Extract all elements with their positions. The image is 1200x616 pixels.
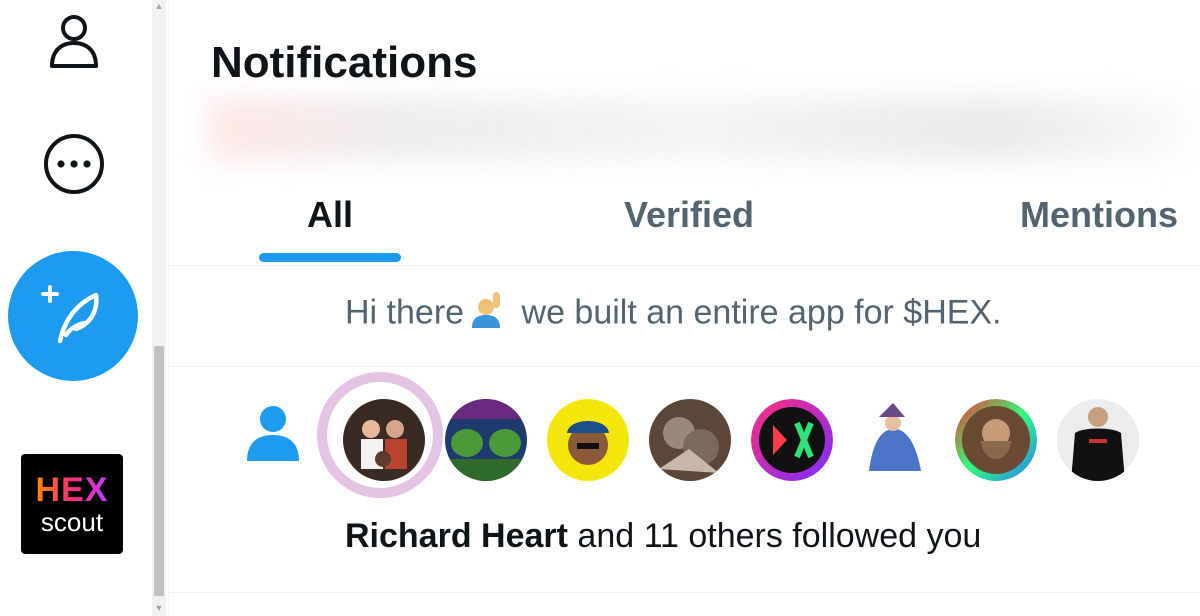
promo-text: Hi there we built an entire app for $HEX…: [345, 290, 1002, 339]
tab-all[interactable]: All: [259, 165, 401, 265]
compose-button[interactable]: [8, 251, 138, 381]
more-icon[interactable]: [40, 130, 108, 198]
hexscout-logo-scout: scout: [40, 507, 104, 537]
avatar-tshirt-man[interactable]: [1057, 399, 1139, 481]
scrollbar-thumb[interactable]: [154, 346, 164, 596]
profile-icon[interactable]: [40, 6, 108, 74]
hexscout-logo-hex: HEX: [35, 471, 109, 509]
tab-verified[interactable]: Verified: [599, 165, 779, 265]
scroll-down-arrow-icon[interactable]: ▼: [152, 602, 166, 614]
promo-text-after: we built an entire app for $HEX.: [521, 293, 1002, 332]
avatar-creature[interactable]: [649, 399, 731, 481]
person-raising-hand-icon: [468, 290, 508, 339]
blurred-content: [209, 98, 1189, 160]
scroll-up-arrow-icon[interactable]: ▲: [152, 0, 166, 12]
avatar-richard-heart[interactable]: [343, 399, 425, 481]
notifications-column: Notifications All Verified Mentions Hi t…: [168, 0, 1200, 616]
avatar-frogs[interactable]: [445, 399, 527, 481]
follower-name[interactable]: Richard Heart: [345, 517, 568, 555]
side-nav: HEX scout: [0, 0, 152, 616]
promo-notification[interactable]: Hi there we built an entire app for $HEX…: [169, 266, 1200, 367]
avatar-bearded-man[interactable]: [955, 399, 1037, 481]
promo-text-before: Hi there: [345, 293, 465, 332]
active-tab-indicator: [259, 253, 401, 262]
avatar-yellow-cap[interactable]: [547, 399, 629, 481]
feather-plus-icon: [41, 285, 99, 344]
notification-tabs: All Verified Mentions: [169, 165, 1200, 266]
follow-text: Richard Heart and 11 others followed you: [345, 517, 981, 556]
hexscout-logo[interactable]: HEX scout: [21, 454, 123, 554]
avatar-hex-x[interactable]: [751, 399, 833, 481]
page-title: Notifications: [211, 38, 478, 87]
person-filled-icon: [245, 403, 301, 468]
follow-suffix: and 11 others followed you: [577, 517, 982, 555]
tab-mentions[interactable]: Mentions: [999, 165, 1199, 265]
avatar-ice-wizard[interactable]: [853, 399, 935, 481]
follow-notification[interactable]: Richard Heart and 11 others followed you: [169, 367, 1200, 593]
